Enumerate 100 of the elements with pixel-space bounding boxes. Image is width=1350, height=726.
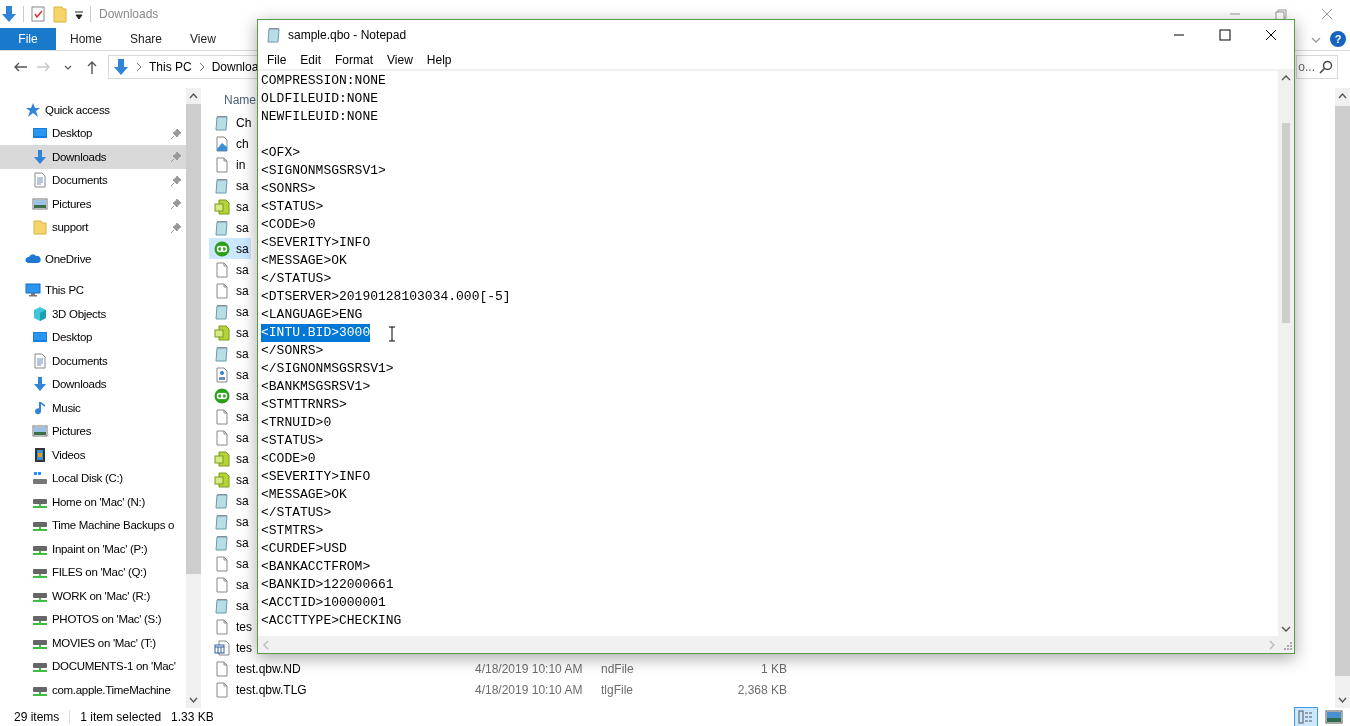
file-row[interactable]: sa [209, 175, 251, 196]
nav-item[interactable]: Inpaint on 'Mac' (P:) [0, 537, 186, 561]
pin-icon[interactable] [170, 174, 182, 187]
nav-item[interactable]: Desktop [0, 121, 186, 145]
menu-item[interactable]: Edit [293, 52, 329, 67]
file-row[interactable]: sa [209, 364, 251, 385]
ribbon-tab[interactable]: View [176, 28, 230, 50]
file-row[interactable]: test.qbw.TLG 4/18/2019 10:10 AM tlgFile 2,368 KB [209, 679, 789, 700]
nav-item[interactable]: Downloads [0, 372, 186, 396]
text-line: <LANGUAGE>ENG [261, 306, 363, 324]
nav-item[interactable]: MOVIES on 'Mac' (T:) [0, 631, 186, 655]
nav-item[interactable]: Quick access [0, 98, 186, 122]
nav-item[interactable]: Desktop [0, 325, 186, 349]
down-arrow-icon [32, 148, 48, 165]
breadcrumb-item[interactable]: This PC [149, 60, 192, 74]
nav-item[interactable]: DOCUMENTS-1 on 'Mac' [0, 654, 186, 678]
file-row[interactable]: ch [209, 133, 251, 154]
nav-item[interactable]: Local Disk (C:) [0, 466, 186, 490]
file-size: 2,368 KB [736, 682, 787, 697]
scrollbar-thumb[interactable] [186, 104, 201, 574]
notepad-icon [214, 492, 230, 509]
text-line: <STATUS> [261, 198, 324, 216]
picture-icon [32, 423, 48, 440]
folder-icon[interactable] [52, 5, 68, 23]
pin-icon[interactable] [170, 221, 182, 234]
file-row[interactable]: sa [209, 427, 251, 448]
file-row[interactable]: tes [209, 637, 254, 658]
file-row[interactable]: sa [209, 322, 251, 343]
file-row[interactable]: sa [209, 490, 251, 511]
nav-item[interactable]: Downloads [0, 145, 186, 169]
file-row[interactable]: Ch [209, 112, 254, 133]
file-row[interactable]: sa [209, 574, 251, 595]
nav-item[interactable]: This PC [0, 278, 186, 302]
nav-item[interactable]: Time Machine Backups o [0, 513, 186, 537]
file-row[interactable]: sa [209, 406, 251, 427]
text-line: OLDFILEUID:NONE [261, 90, 379, 108]
search-field[interactable]: o... [1296, 55, 1338, 79]
cube-icon [32, 305, 48, 322]
nav-item[interactable]: Pictures [0, 192, 186, 216]
nav-item[interactable]: 3D Objects [0, 302, 186, 326]
file-type: ndFile [601, 661, 635, 676]
file-row[interactable]: test.qbw.ND 4/18/2019 10:10 AM ndFile 1 KB [209, 658, 789, 679]
file-name: sa [236, 367, 249, 382]
scrollbar-thumb[interactable] [1335, 106, 1350, 676]
text-line: <TRNUID>0 [261, 414, 332, 432]
nav-item[interactable]: Pictures [0, 419, 186, 443]
file-name: sa [236, 220, 249, 235]
text-line: <ACCTID>10000001 [261, 594, 386, 612]
file-icon [214, 576, 230, 593]
file-row[interactable]: in [209, 154, 248, 175]
view-button[interactable] [1322, 707, 1346, 726]
nav-item[interactable]: Home on 'Mac' (N:) [0, 490, 186, 514]
file-row[interactable]: sa [209, 280, 251, 301]
pin-icon[interactable] [170, 151, 182, 163]
nav-item[interactable]: Music [0, 396, 186, 420]
down-arrow-icon[interactable] [1, 5, 17, 23]
help-button[interactable]: ? [1330, 31, 1346, 47]
nav-item[interactable]: Documents [0, 349, 186, 373]
file-name: sa [236, 346, 249, 361]
nav-item[interactable]: com.apple.TimeMachine [0, 678, 186, 702]
file-row[interactable]: tes [209, 616, 254, 637]
text-line: </SONRS> [261, 342, 324, 360]
nav-item[interactable]: Videos [0, 443, 186, 467]
file-row[interactable]: sa [209, 595, 251, 616]
file-row[interactable]: sa [209, 448, 251, 469]
column-header[interactable]: Name [224, 93, 256, 107]
breadcrumb-item[interactable]: Downloa [211, 60, 259, 74]
menu-item[interactable]: File [260, 52, 294, 67]
file-row[interactable]: sa [209, 259, 251, 280]
scrollbar-thumb[interactable] [1282, 123, 1290, 323]
nav-item[interactable]: OneDrive [0, 247, 186, 271]
pin-icon[interactable] [170, 127, 182, 140]
maximize-button[interactable] [1216, 27, 1234, 43]
menu-item[interactable]: Format [328, 52, 381, 67]
nav-item[interactable]: Documents [0, 168, 186, 192]
ribbon-tab[interactable]: File [0, 28, 56, 50]
text-line: <OFX> [261, 144, 300, 162]
file-row[interactable]: sa [209, 385, 251, 406]
file-row[interactable]: sa [209, 511, 251, 532]
nav-item[interactable]: support [0, 215, 186, 239]
table-file-icon [214, 639, 230, 656]
pin-icon[interactable] [170, 198, 182, 210]
file-row[interactable]: sa [209, 343, 251, 364]
text-line: <DTSERVER>20190128103034.000[-5] [261, 288, 511, 306]
menu-item[interactable]: Help [419, 52, 459, 67]
file-row[interactable]: sa [209, 301, 251, 322]
ribbon-tab[interactable]: Home [56, 28, 116, 50]
checklist-icon[interactable] [30, 5, 46, 23]
file-row[interactable]: sa [209, 532, 251, 553]
file-row[interactable]: sa [209, 217, 251, 238]
nav-item[interactable]: WORK on 'Mac' (R:) [0, 584, 186, 608]
ribbon-tab[interactable]: Share [116, 28, 177, 50]
image-file-icon [214, 135, 230, 152]
file-row[interactable]: sa [209, 238, 251, 259]
nav-item[interactable]: PHOTOS on 'Mac' (S:) [0, 607, 186, 631]
menu-item[interactable]: View [380, 52, 420, 67]
nav-item[interactable]: FILES on 'Mac' (Q:) [0, 560, 186, 584]
file-row[interactable]: sa [209, 196, 251, 217]
file-row[interactable]: sa [209, 469, 251, 490]
file-row[interactable]: sa [209, 553, 251, 574]
